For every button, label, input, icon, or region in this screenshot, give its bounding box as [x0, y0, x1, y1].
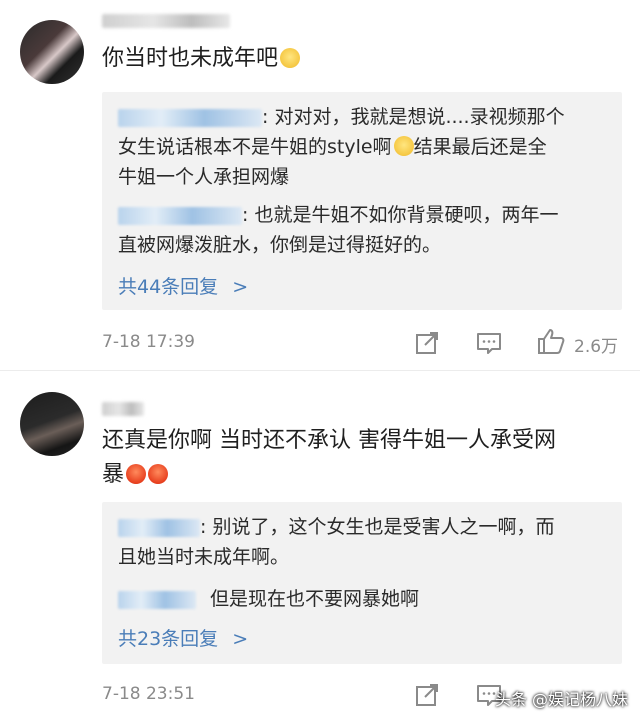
reply-username-blurred[interactable] — [118, 206, 242, 225]
slight-smile-emoji-icon — [280, 48, 301, 68]
avatar[interactable] — [20, 392, 84, 456]
reply-box[interactable]: : 对对对，我就是想说....录视频那个 女生说话根本不是牛姐的style啊 结果… — [102, 92, 622, 310]
sweat-smile-emoji-icon — [393, 136, 414, 156]
username-blurred[interactable] — [102, 14, 230, 28]
reply-item[interactable]: : 别说了，这个女生也是受害人之一啊，而 — [118, 512, 618, 542]
reply-item[interactable]: 但是现在也不要网暴她啊 — [118, 584, 618, 614]
avatar[interactable] — [20, 20, 84, 84]
reply-username-blurred[interactable] — [118, 518, 200, 537]
angry-face-emoji-icon — [126, 464, 147, 484]
share-icon[interactable] — [412, 680, 442, 710]
comment-text: 还真是你啊 当时还不承认 害得牛姐一人承受网 暴 — [102, 428, 556, 487]
reply-username-blurred[interactable] — [118, 108, 262, 127]
reply-box[interactable]: : 别说了，这个女生也是受害人之一啊，而 且她当时未成年啊。 但是现在也不要网暴… — [102, 502, 622, 664]
chevron-right-icon: > — [232, 276, 249, 298]
more-replies-link[interactable]: 共44条回复 > — [118, 272, 248, 299]
thumbs-up-icon[interactable] — [536, 326, 566, 356]
comment-body: 你当时也未成年吧 — [102, 46, 279, 71]
comment-icon[interactable] — [474, 328, 504, 358]
comment-text: 你当时也未成年吧 — [102, 42, 301, 76]
reply-item[interactable]: : 对对对，我就是想说....录视频那个 — [118, 102, 618, 132]
reply-item[interactable]: : 也就是牛姐不如你背景硬呗，两年一 — [118, 200, 618, 230]
chevron-right-icon: > — [232, 628, 249, 650]
timestamp: 7-18 17:39 — [102, 332, 195, 352]
share-icon[interactable] — [412, 328, 442, 358]
watermark: 头条 @娱记杨八妹 — [494, 690, 628, 709]
username-blurred[interactable] — [102, 402, 144, 416]
angry-face-emoji-icon — [148, 464, 169, 484]
like-count: 2.6万 — [574, 337, 619, 357]
more-replies-link[interactable]: 共23条回复 > — [118, 624, 248, 651]
divider — [0, 370, 640, 371]
timestamp: 7-18 23:51 — [102, 684, 195, 704]
reply-username-blurred[interactable] — [118, 590, 196, 609]
